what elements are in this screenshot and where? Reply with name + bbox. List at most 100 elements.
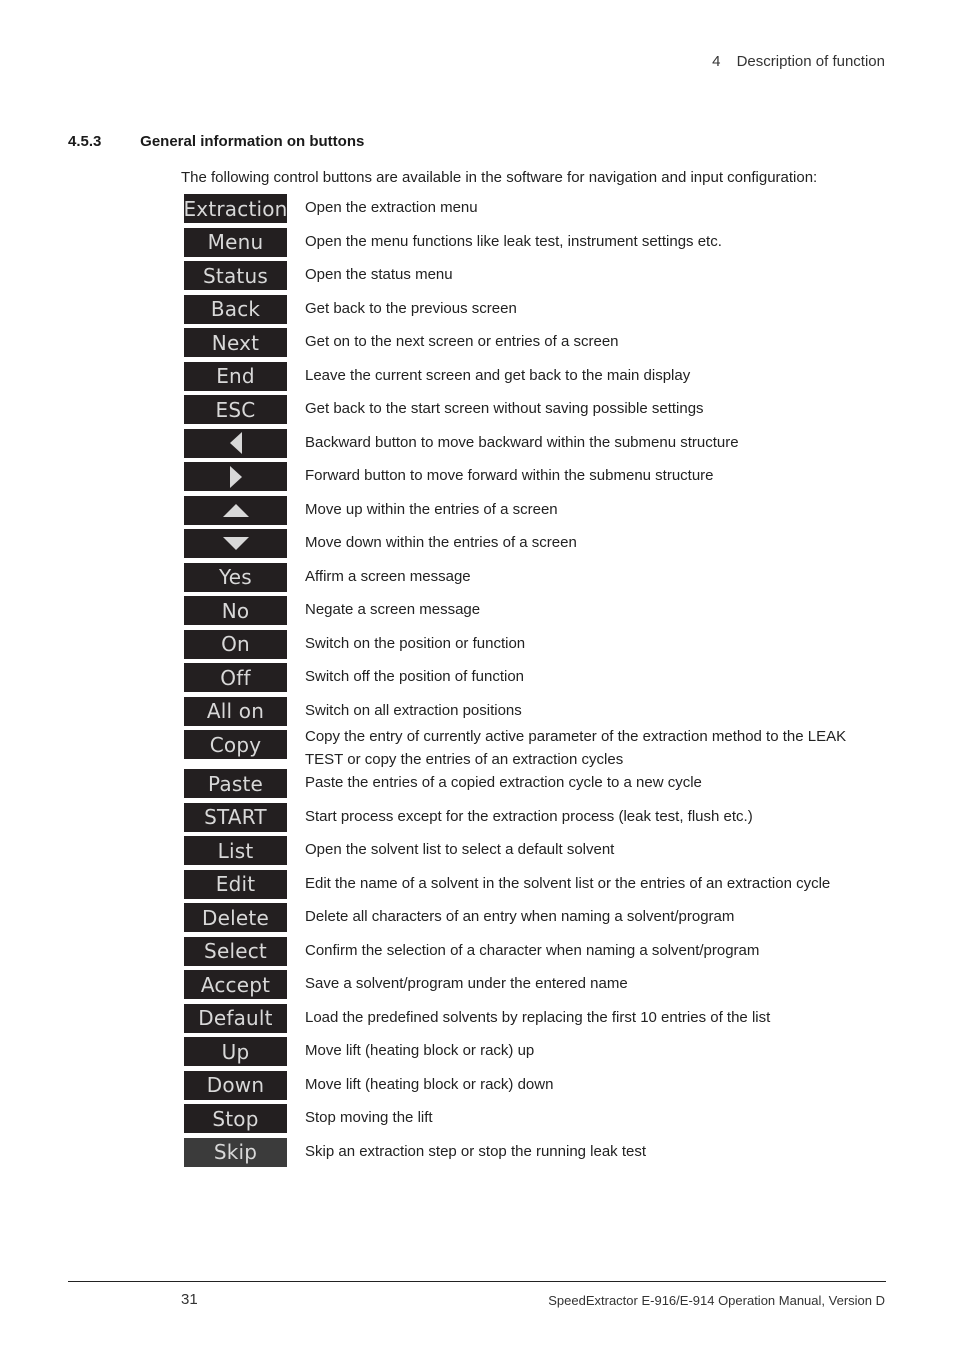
button-row: Forward button to move forward within th… — [184, 462, 884, 496]
button-description: Stop moving the lift — [305, 1109, 433, 1126]
button-image-delete: Delete — [184, 903, 287, 932]
button-image-status: Status — [184, 261, 287, 290]
button-image-esc: ESC — [184, 395, 287, 424]
button-label: Select — [204, 939, 267, 963]
button-image-list: List — [184, 836, 287, 865]
button-description: Get on to the next screen or entries of … — [305, 333, 619, 350]
button-label: Status — [203, 263, 268, 288]
button-row: Menu Open the menu functions like leak te… — [184, 227, 884, 262]
button-image-extraction: Extraction — [183, 194, 288, 223]
footer-divider — [68, 1281, 886, 1282]
button-description: Backward button to move backward within … — [305, 433, 739, 451]
button-description: Move up within the entries of a screen — [305, 500, 558, 518]
button-row: Stop Stop moving the lift — [184, 1104, 884, 1138]
button-label: Edit — [215, 872, 256, 896]
triangle-right-button-image — [184, 462, 287, 491]
button-row: ESC Get back to the start screen without … — [184, 395, 884, 429]
button-row: List Open the solvent list to select a de… — [184, 836, 884, 870]
button-row: Edit Edit the name of a solvent in the so… — [184, 869, 884, 904]
intro-paragraph: The following control buttons are availa… — [181, 169, 818, 186]
button-description: Negate a screen message — [305, 601, 481, 618]
button-description: Affirm a screen message — [305, 567, 471, 585]
button-image-stop: Stop — [184, 1104, 287, 1133]
button-image-down: Down — [184, 1070, 287, 1100]
button-description: Leave the current screen and get back to… — [305, 366, 691, 384]
button-image-edit: Edit — [184, 869, 287, 899]
button-row: Paste Paste the entries of a copied extra… — [184, 769, 884, 803]
button-label: Extraction — [183, 196, 288, 221]
button-description: Delete all characters of an entry when n… — [305, 908, 735, 925]
button-row: Select Confirm the selection of a charact… — [184, 936, 884, 971]
button-description: Save a solvent/program under the entered… — [305, 975, 628, 992]
button-label: Paste — [208, 771, 263, 796]
triangle-left-icon — [229, 432, 243, 454]
button-row: Down Move lift (heating block or rack) do… — [184, 1070, 884, 1105]
button-row: Up Move lift (heating block or rack) up — [184, 1037, 884, 1071]
button-row: Yes Affirm a screen message — [184, 562, 884, 597]
button-list: Extraction Open the extraction menu Menu Op… — [183, 194, 884, 1172]
section-title: General information on buttons — [140, 133, 365, 150]
button-label: Off — [220, 665, 251, 690]
section-number: 4.5.3 — [68, 133, 102, 150]
button-label: Up — [221, 1039, 250, 1064]
page-number: 31 — [181, 1291, 198, 1308]
button-description: Copy the entry of currently active param… — [305, 728, 847, 768]
triangle-down-button-image — [184, 529, 287, 558]
triangle-left-button-image — [184, 428, 287, 458]
button-image-up: Up — [184, 1037, 287, 1066]
button-description: Start process except for the extraction … — [305, 807, 753, 825]
button-label: Accept — [200, 972, 271, 997]
button-description: Switch on all extraction positions — [305, 701, 522, 719]
button-description: Get back to the start screen without sav… — [305, 400, 704, 417]
button-label: All on — [206, 699, 265, 723]
button-image-all-on: All on — [184, 696, 287, 726]
button-label: Stop — [212, 1106, 259, 1131]
button-description: Open the menu functions like leak test, … — [305, 232, 722, 250]
button-row: No Negate a screen message — [184, 596, 884, 630]
button-description: Load the predefined solvents by replacin… — [305, 1008, 771, 1026]
button-image-end: End — [184, 361, 287, 391]
button-description: Move down within the entries of a screen — [305, 534, 577, 551]
button-row: On Switch on the position or function — [184, 629, 884, 664]
button-image-select: Select — [184, 936, 287, 966]
button-image-skip: Skip — [184, 1137, 287, 1167]
button-row: Default Load the predefined solvents by r… — [184, 1003, 884, 1038]
button-row: Move up within the entries of a screen — [184, 495, 884, 530]
button-label: ESC — [215, 397, 256, 422]
button-label: Copy — [209, 732, 262, 757]
button-label: No — [221, 598, 250, 623]
button-label: End — [216, 364, 255, 388]
button-image-yes: Yes — [184, 562, 287, 592]
button-description: Confirm the selection of a character whe… — [305, 941, 760, 959]
button-label: On — [221, 632, 250, 656]
chapter-number: 4 — [712, 53, 721, 70]
button-label: Down — [206, 1073, 265, 1097]
button-image-start: START — [184, 802, 287, 832]
button-description: Open the solvent list to select a defaul… — [305, 841, 615, 858]
button-description: Get back to the previous screen — [305, 299, 517, 317]
document-title: SpeedExtractor E-916/E-914 Operation Man… — [548, 1293, 885, 1308]
button-row: Next Get on to the next screen or entries… — [184, 328, 884, 362]
button-image-off: Off — [184, 663, 287, 692]
button-row: START Start process except for the extrac… — [184, 802, 884, 837]
button-label: START — [204, 805, 267, 829]
triangle-up-button-image — [184, 495, 287, 525]
button-row: Accept Save a solvent/program under the e… — [184, 970, 884, 1004]
button-label: Yes — [219, 565, 252, 589]
triangle-right-icon — [229, 465, 243, 488]
button-label: Skip — [213, 1140, 258, 1164]
triangle-up-icon — [222, 503, 249, 517]
button-label: Menu — [207, 230, 264, 254]
button-row: Off Switch off the position of function — [184, 663, 884, 697]
button-image-on: On — [184, 629, 287, 659]
button-row: End Leave the current screen and get back… — [184, 361, 884, 396]
button-row: Extraction Open the extraction menu — [183, 194, 884, 228]
button-image-next: Next — [184, 328, 287, 357]
button-image-no: No — [184, 596, 287, 625]
button-row: Delete Delete all characters of an entry … — [184, 903, 884, 937]
button-label: Back — [210, 297, 261, 321]
button-row: Skip Skip an extraction step or stop the … — [184, 1137, 884, 1172]
button-description: Move lift (heating block or rack) up — [305, 1042, 535, 1059]
button-image-paste: Paste — [184, 769, 287, 798]
chapter-title: Description of function — [736, 53, 885, 70]
